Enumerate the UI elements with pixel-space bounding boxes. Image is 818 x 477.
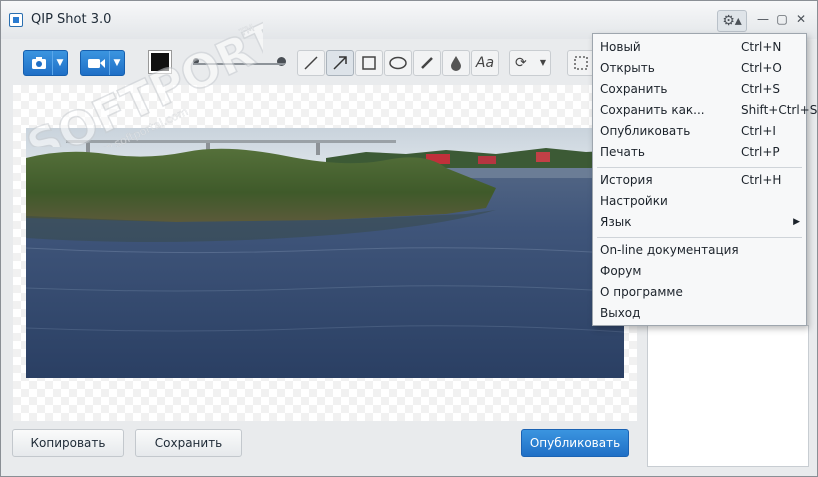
rectangle-tool-button[interactable] <box>355 50 383 76</box>
app-window: QIP Shot 3.0 ⚙▴ — ▢ ✕ ▼ ▼ Aa ⟳ ▼ Копиров… <box>0 0 818 477</box>
selection-icon <box>574 56 588 70</box>
menu-item-forum[interactable]: Форум <box>593 261 806 282</box>
main-menu-dropdown: Новый Ctrl+N Открыть Ctrl+O Сохранить Ctrl+… <box>592 33 817 326</box>
menu-item-online-docs[interactable]: On-line документация <box>593 240 806 261</box>
video-split-button[interactable]: ▼ <box>80 50 125 76</box>
copy-button[interactable]: Копировать <box>12 429 124 457</box>
close-button[interactable]: ✕ <box>793 11 809 27</box>
minimize-button[interactable]: — <box>755 11 771 27</box>
submenu-arrow-icon: ▶ <box>793 217 800 227</box>
bottom-action-bar: Копировать Сохранить Опубликовать <box>11 423 641 467</box>
menu-item-language[interactable]: Язык ▶ <box>593 212 806 233</box>
screenshot-dropdown-arrow[interactable]: ▼ <box>52 51 67 75</box>
rotate-icon: ⟳ <box>515 55 527 71</box>
river-photo <box>26 128 624 378</box>
menu-separator <box>597 167 802 168</box>
text-tool-button[interactable]: Aa <box>471 50 499 76</box>
video-dropdown-arrow[interactable]: ▼ <box>109 51 124 75</box>
menu-item-new[interactable]: Новый Ctrl+N <box>593 37 806 58</box>
screenshot-split-button[interactable]: ▼ <box>23 50 68 76</box>
menu-item-open[interactable]: Открыть Ctrl+O <box>593 58 806 79</box>
publish-button[interactable]: Опубликовать <box>521 429 629 457</box>
thickness-slider-track[interactable] <box>193 63 285 65</box>
menu-item-publish[interactable]: Опубликовать Ctrl+I <box>593 121 806 142</box>
editor-canvas[interactable] <box>13 85 637 421</box>
blur-tool-button[interactable] <box>442 50 470 76</box>
menu-item-print[interactable]: Печать Ctrl+P <box>593 142 806 163</box>
arrow-tool-button[interactable] <box>326 50 354 76</box>
menu-item-settings[interactable]: Настройки <box>593 191 806 212</box>
rotate-dropdown-arrow[interactable]: ▼ <box>540 51 546 75</box>
arrow-icon <box>333 56 347 70</box>
line-tool-button[interactable] <box>297 50 325 76</box>
video-camera-icon <box>88 59 105 68</box>
maximize-button[interactable]: ▢ <box>774 11 790 27</box>
menu-item-save-as[interactable]: Сохранить как... Shift+Ctrl+S <box>593 100 817 121</box>
ellipse-tool-button[interactable] <box>384 50 412 76</box>
color-picker-swatch[interactable] <box>149 51 171 73</box>
camera-icon <box>32 57 46 69</box>
rotate-split-button[interactable]: ⟳ ▼ <box>509 50 551 76</box>
menu-item-save[interactable]: Сохранить Ctrl+S <box>593 79 806 100</box>
window-title: QIP Shot 3.0 <box>31 12 112 27</box>
pencil-tool-button[interactable] <box>413 50 441 76</box>
app-logo-icon <box>9 13 23 27</box>
menu-item-exit[interactable]: Выход <box>593 303 806 324</box>
drop-icon <box>451 56 461 71</box>
save-button[interactable]: Сохранить <box>135 429 242 457</box>
menu-separator <box>597 237 802 238</box>
pencil-icon <box>421 57 433 69</box>
settings-gear-button[interactable]: ⚙▴ <box>717 10 747 32</box>
side-panel <box>647 325 809 467</box>
rectangle-icon <box>362 56 376 70</box>
ellipse-icon <box>389 56 407 70</box>
screenshot-image <box>26 128 624 378</box>
line-icon <box>304 56 318 70</box>
menu-item-history[interactable]: История Ctrl+H <box>593 170 806 191</box>
crop-selection-button[interactable] <box>567 50 595 76</box>
menu-item-about[interactable]: О программе <box>593 282 806 303</box>
